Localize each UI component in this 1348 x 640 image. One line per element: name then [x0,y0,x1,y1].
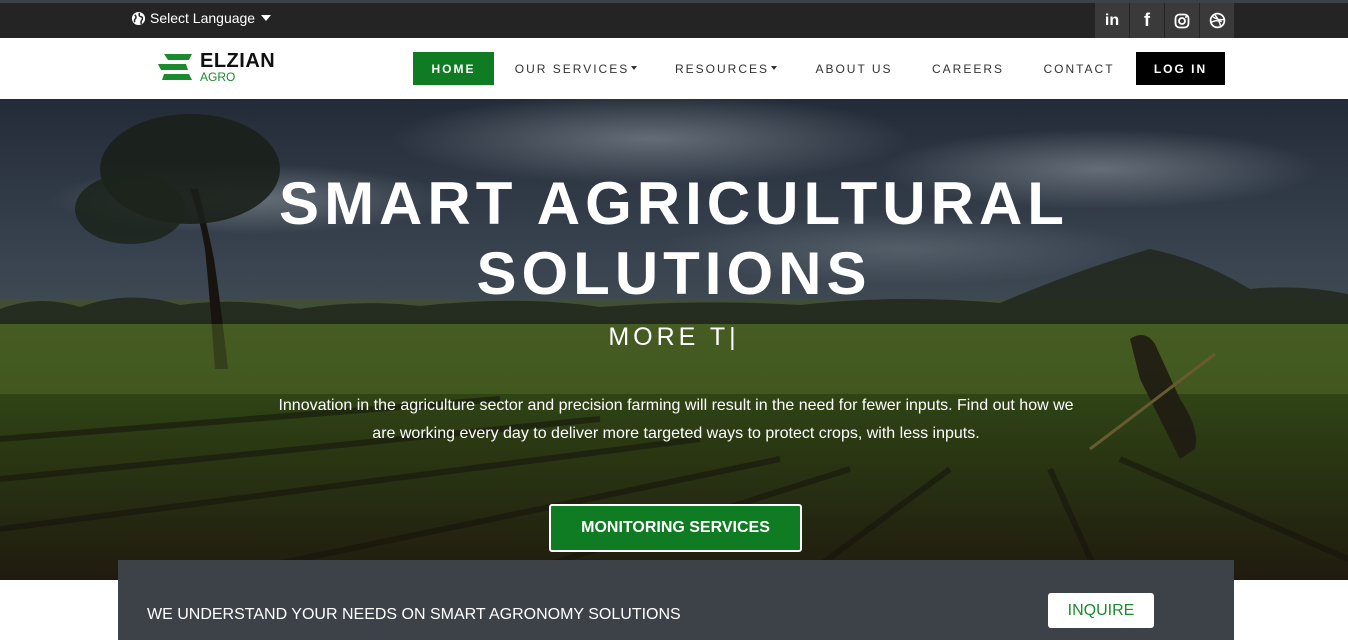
hero-typing-subtitle: MORE T| [608,323,740,351]
nav-our-services-label: OUR SERVICES [514,61,630,76]
hero-title-line2: SOLUTIONS [476,240,872,307]
brand-name: ELZIAN [200,50,276,72]
nav-about-us[interactable]: ABOUT US [810,52,898,85]
monitoring-services-button[interactable]: MONITORING SERVICES [549,504,802,552]
nav-about-us-label: ABOUT US [815,61,893,76]
login-button[interactable]: LOG IN [1136,52,1225,85]
cta-banner: WE UNDERSTAND YOUR NEEDS ON SMART AGRONO… [118,560,1234,640]
hero-section: SMART AGRICULTURAL SOLUTIONS MORE T| Inn… [0,99,1348,580]
elzian-logo-icon [158,54,192,80]
inquire-button[interactable]: INQUIRE [1048,593,1154,628]
social-links: in f [1094,3,1234,38]
nav-home-label: HOME [431,61,476,76]
inquire-label: INQUIRE [1067,601,1135,619]
linkedin-button[interactable]: in [1094,3,1129,38]
main-navbar: ELZIAN AGRO HOME OUR SERVICES RESOURCES … [0,38,1348,99]
brand-logo[interactable]: ELZIAN AGRO [158,51,275,83]
nav-contact-label: CONTACT [1043,61,1115,76]
instagram-button[interactable] [1164,3,1199,38]
language-label: Select Language [150,10,256,26]
facebook-button[interactable]: f [1129,3,1164,38]
nav-careers[interactable]: CAREERS [926,52,1010,85]
nav-home[interactable]: HOME [413,52,494,85]
linkedin-icon: in [1104,11,1120,29]
language-selector[interactable]: Select Language [131,10,272,26]
facebook-icon: f [1144,10,1150,30]
nav-resources[interactable]: RESOURCES [670,52,782,85]
instagram-icon [1174,13,1190,28]
nav-contact[interactable]: CONTACT [1038,52,1120,85]
chevron-down-icon [261,15,272,21]
monitoring-services-label: MONITORING SERVICES [581,519,770,536]
brand-sub: AGRO [200,70,236,84]
nav-resources-label: RESOURCES [674,61,769,76]
hero-description: Innovation in the agriculture sector and… [278,397,1074,442]
login-label: LOG IN [1153,61,1208,76]
nav-our-services[interactable]: OUR SERVICES [510,52,642,85]
dribbble-icon [1209,12,1225,29]
dribbble-button[interactable] [1199,3,1234,38]
cta-text: WE UNDERSTAND YOUR NEEDS ON SMART AGRONO… [147,606,681,623]
nav-careers-label: CAREERS [931,61,1004,76]
globe-icon [131,11,146,25]
chevron-down-icon [771,65,777,70]
hero-title-line1: SMART AGRICULTURAL [279,170,1069,237]
top-bar: Select Language in f [0,0,1348,38]
chevron-down-icon [631,65,638,70]
hero-title: SMART AGRICULTURAL SOLUTIONS [0,169,1348,309]
